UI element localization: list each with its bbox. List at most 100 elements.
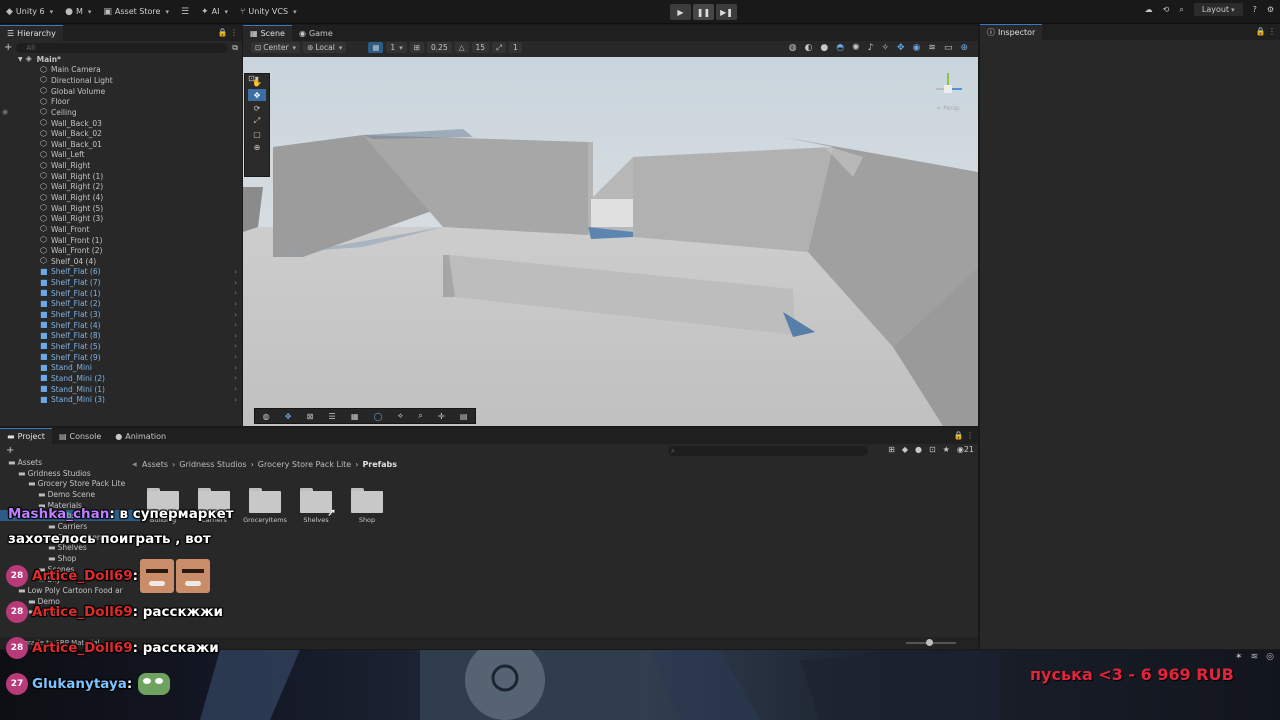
help-icon[interactable]: ? [1253, 5, 1257, 14]
open-prefab-arrow-icon[interactable]: › [234, 396, 237, 404]
hierarchy-item[interactable]: ⬡ Wall_Back_03 [0, 118, 242, 129]
rotate-snap-field[interactable]: 15 [471, 42, 490, 53]
create-icon[interactable]: + [6, 445, 14, 456]
hierarchy-search-input[interactable]: All [16, 42, 229, 53]
hidden-count[interactable]: ◉21 [957, 445, 974, 454]
folder-item[interactable]: Shop [351, 488, 383, 524]
panel-menu-icon[interactable]: 🔒 ⋮ [217, 28, 238, 37]
lighting-status-icon[interactable]: ◎ [1266, 652, 1274, 662]
more-overlay-icon[interactable]: ▤ [460, 412, 468, 421]
search-icon[interactable]: ⌕ [1179, 5, 1183, 15]
project-search-input[interactable]: ⌕ [668, 446, 868, 456]
hierarchy-item[interactable]: ■ Shelf_Flat (8) › [0, 331, 242, 342]
grid-size-field[interactable]: 1 [386, 42, 407, 53]
add-icon[interactable]: + [4, 42, 12, 53]
tab-console[interactable]: ▤ Console [51, 428, 109, 444]
play-button[interactable]: ▶ [670, 4, 691, 20]
hierarchy-item[interactable]: ⬡ Wall_Right (2) [0, 182, 242, 193]
hierarchy-item[interactable]: ⬡ Wall_Right [0, 160, 242, 171]
hierarchy-item[interactable]: ⬡ Global Volume [0, 86, 242, 97]
tool-handle-dropdown[interactable]: ⊡▾ [248, 74, 259, 83]
orientation-gizmo[interactable]: < Persp [928, 67, 968, 112]
hierarchy-item[interactable]: ■ Shelf_Flat (7) › [0, 277, 242, 288]
scale-snap-field[interactable]: 1 [509, 42, 522, 53]
tree-folder-item[interactable]: ▬ Assets [0, 457, 140, 468]
hierarchy-item[interactable]: ■ Stand_Mini › [0, 362, 242, 373]
filter-icon[interactable]: ⧉ [232, 43, 238, 53]
scale-snap-toggle[interactable]: ⤢ [492, 42, 507, 53]
snap-value-field[interactable]: 0.25 [427, 42, 452, 53]
camera-icon[interactable]: ▭ [944, 43, 953, 53]
space-dropdown[interactable]: ⊛ Local [303, 42, 347, 53]
scene-root-row[interactable]: ▼ ◈ Main* [18, 54, 61, 65]
breadcrumb-item[interactable]: Grocery Store Pack Lite [258, 460, 351, 469]
transform-tool-icon[interactable]: ⊕ [248, 141, 266, 153]
cloud-icon[interactable]: ☁ [1145, 5, 1153, 14]
shading-lit-icon[interactable]: ◓ [836, 43, 844, 53]
collapse-arrow-icon[interactable]: ◀ [132, 461, 137, 468]
hierarchy-item[interactable]: ⬡ Main Camera [0, 65, 242, 76]
slider-knob[interactable] [926, 639, 933, 646]
scale-tool-icon[interactable]: ⤢ [248, 115, 266, 127]
hierarchy-item[interactable]: ⬡ Directional Light [0, 75, 242, 86]
shading-wire-icon[interactable]: ◐ [805, 43, 813, 53]
account-dropdown[interactable]: ◆ Unity 6 [0, 3, 59, 21]
tab-hierarchy[interactable]: ☰ Hierarchy [0, 25, 63, 41]
hierarchy-item[interactable]: ■ Shelf_Flat (3) › [0, 309, 242, 320]
path-overlay-icon[interactable]: ⟡ [398, 411, 403, 421]
grid-toggle[interactable]: ▦ [368, 42, 384, 53]
align-overlay-icon[interactable]: ☰ [329, 412, 336, 421]
icon-size-slider[interactable] [906, 639, 956, 646]
rotate-snap-toggle[interactable]: △ [454, 42, 469, 53]
filter-tag-icon[interactable]: ● [915, 445, 922, 454]
folder-item[interactable]: GroceryItems [243, 488, 287, 524]
tree-folder-item[interactable]: ▬ Demo Scene [0, 489, 140, 500]
ai-dropdown[interactable]: ✦ AI [195, 3, 234, 21]
hierarchy-item[interactable]: ⬡ Wall_Left [0, 150, 242, 161]
open-prefab-arrow-icon[interactable]: › [234, 353, 237, 361]
hierarchy-item[interactable]: ⬡ Wall_Front (1) [0, 235, 242, 246]
hierarchy-item[interactable]: ■ Shelf_Flat (5) › [0, 341, 242, 352]
tile-overlay-icon[interactable]: ▦ [351, 412, 359, 421]
tree-folder-item[interactable]: ▬ Gridness Studios [0, 468, 140, 479]
rect-tool-icon[interactable]: ▢ [248, 128, 266, 140]
tab-scene[interactable]: ▦ Scene [243, 25, 292, 41]
hierarchy-item[interactable]: ⬡ Wall_Front [0, 224, 242, 235]
hierarchy-item[interactable]: ■ Stand_Mini (2) › [0, 373, 242, 384]
lighting-icon[interactable]: ✺ [852, 43, 860, 53]
layout-dropdown[interactable]: Layout [1193, 3, 1243, 16]
scene-viewport[interactable]: < Persp [243, 57, 978, 426]
open-prefab-arrow-icon[interactable]: › [234, 321, 237, 329]
tree-folder-item[interactable]: ▬ Grocery Store Pack Lite [0, 478, 140, 489]
zoom-overlay-icon[interactable]: ⌕ [418, 411, 422, 421]
hierarchy-item[interactable]: ■ Shelf_Flat (2) › [0, 299, 242, 310]
open-prefab-arrow-icon[interactable]: › [234, 385, 237, 393]
open-prefab-arrow-icon[interactable]: › [234, 364, 237, 372]
pivot-overlay-icon[interactable]: ✛ [438, 412, 445, 421]
hierarchy-item[interactable]: ■ Stand_Mini (1) › [0, 384, 242, 395]
snap-overlay-icon[interactable]: ◍ [263, 412, 270, 421]
open-prefab-arrow-icon[interactable]: › [234, 268, 237, 276]
breadcrumb-item[interactable]: Gridness Studios [179, 460, 246, 469]
filter-label-icon[interactable]: ◆ [902, 445, 908, 454]
draw-mode-icon[interactable]: ◍ [789, 43, 797, 53]
tab-inspector[interactable]: ⓘ Inspector [980, 24, 1043, 40]
pivot-mode-dropdown[interactable]: ⊡ Center [251, 42, 301, 53]
breadcrumb-item[interactable]: Assets [142, 460, 168, 469]
visibility-icon[interactable]: ◉ [2, 108, 8, 116]
orbit-overlay-icon[interactable]: ◯ [374, 412, 383, 421]
hierarchy-item[interactable]: ⬡ Ceiling [0, 107, 242, 118]
hierarchy-item[interactable]: ⬡ Wall_Right (4) [0, 192, 242, 203]
move-snap-icon[interactable]: ✥ [897, 43, 905, 53]
project-menu-icon[interactable]: 🔒 ⋮ [953, 431, 974, 440]
layers-status-icon[interactable]: ≋ [1251, 652, 1259, 662]
open-prefab-arrow-icon[interactable]: › [234, 300, 237, 308]
tab-animation[interactable]: ● Animation [108, 428, 174, 444]
history-icon[interactable]: ⟲ [1163, 5, 1170, 14]
move-tool-icon[interactable]: ✥ [248, 89, 266, 101]
tab-project[interactable]: ▬ Project [0, 428, 52, 444]
hierarchy-item[interactable]: ■ Shelf_Flat (9) › [0, 352, 242, 363]
hierarchy-item[interactable]: ■ Shelf_Flat (1) › [0, 288, 242, 299]
snap-toggle[interactable]: ⊞ [409, 42, 425, 53]
inspector-menu-icon[interactable]: 🔒 ⋮ [1255, 27, 1276, 36]
